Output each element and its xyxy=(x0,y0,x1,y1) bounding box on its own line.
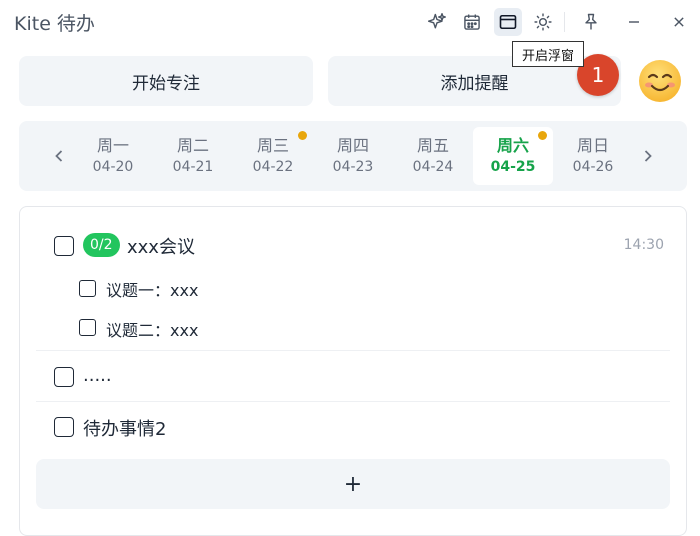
task-checkbox[interactable] xyxy=(54,417,74,437)
day-date: 04-22 xyxy=(252,159,294,175)
day-sat-selected[interactable]: 周六 04-25 xyxy=(473,127,553,185)
task-checkbox[interactable] xyxy=(54,236,74,256)
pin-icon[interactable] xyxy=(577,8,605,36)
day-mon[interactable]: 周一 04-20 xyxy=(73,127,153,185)
task-list: 0/2 xxx会议 14:30 议题一：xxx 议题二：xxx ..... 待办… xyxy=(19,206,687,536)
chevron-left-icon xyxy=(55,150,63,162)
task-time: 14:30 xyxy=(623,237,664,253)
subtask-title[interactable]: 议题二：xxx xyxy=(106,317,198,341)
day-name: 周一 xyxy=(96,136,129,155)
day-fri[interactable]: 周五 04-24 xyxy=(393,127,473,185)
day-name: 周五 xyxy=(416,136,449,155)
close-icon[interactable] xyxy=(665,8,693,36)
has-task-dot xyxy=(538,131,547,140)
day-date: 04-25 xyxy=(490,159,536,175)
subtask-checkbox[interactable] xyxy=(79,280,96,297)
add-task-button[interactable]: + xyxy=(36,459,670,509)
window-icon[interactable] xyxy=(494,8,522,36)
task-title[interactable]: 待办事情2 xyxy=(83,415,166,441)
row-divider xyxy=(36,401,670,402)
task-checkbox[interactable] xyxy=(54,367,74,387)
title-bar: Kite 待办 xyxy=(0,0,700,42)
minimize-icon[interactable] xyxy=(620,8,648,36)
has-task-dot xyxy=(298,131,307,140)
day-wed[interactable]: 周三 04-22 xyxy=(233,127,313,185)
subtask-checkbox[interactable] xyxy=(79,319,96,336)
day-date: 04-24 xyxy=(412,159,454,175)
task-title[interactable]: xxx会议 xyxy=(127,233,195,259)
subtask-progress-badge: 0/2 xyxy=(83,233,120,257)
app-title: Kite 待办 xyxy=(14,13,95,35)
calendar-icon[interactable] xyxy=(458,8,486,36)
chevron-right-icon xyxy=(644,150,652,162)
sun-icon[interactable] xyxy=(529,8,557,36)
next-week-button[interactable] xyxy=(638,144,658,168)
week-selector: 周一 04-20 周二 04-21 周三 04-22 周四 04-23 周五 0… xyxy=(19,121,687,191)
avatar[interactable] xyxy=(638,59,682,103)
smiley-emoji-icon xyxy=(639,60,681,102)
task-title[interactable]: ..... xyxy=(83,365,112,386)
day-sun[interactable]: 周日 04-26 xyxy=(553,127,633,185)
tooltip-open-floating-window: 开启浮窗 xyxy=(512,41,585,67)
day-thu[interactable]: 周四 04-23 xyxy=(313,127,393,185)
subtask-title[interactable]: 议题一：xxx xyxy=(106,277,198,301)
day-name: 周三 xyxy=(256,136,289,155)
day-date: 04-21 xyxy=(172,159,214,175)
row-divider xyxy=(36,350,670,351)
day-name: 周四 xyxy=(336,136,369,155)
day-tue[interactable]: 周二 04-21 xyxy=(153,127,233,185)
start-focus-button[interactable]: 开始专注 xyxy=(19,56,313,106)
day-name: 周日 xyxy=(576,136,609,155)
day-date: 04-23 xyxy=(332,159,374,175)
day-name: 周二 xyxy=(176,136,209,155)
sparkle-icon[interactable] xyxy=(423,8,451,36)
day-date: 04-26 xyxy=(572,159,614,175)
prev-week-button[interactable] xyxy=(49,144,69,168)
toolbar-divider xyxy=(564,12,565,32)
day-date: 04-20 xyxy=(92,159,134,175)
day-name: 周六 xyxy=(496,136,529,155)
